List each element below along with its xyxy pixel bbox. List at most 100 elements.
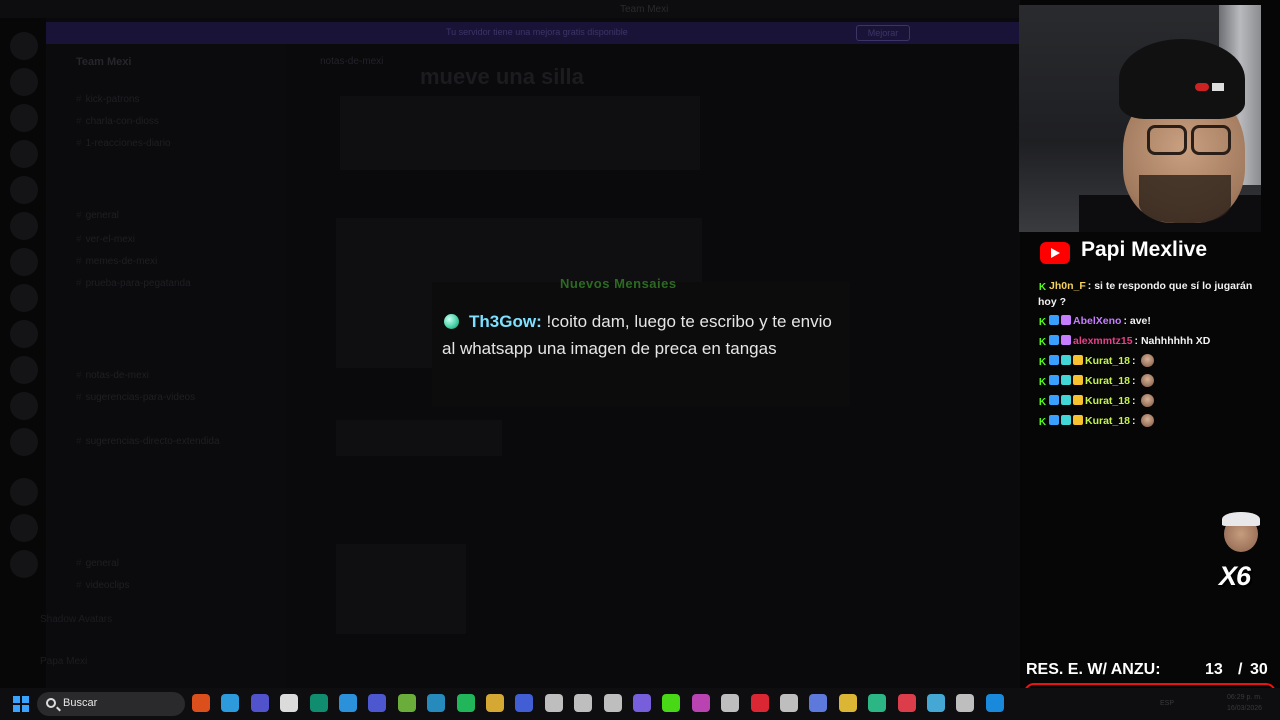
chat-username: Jh0n_F <box>1049 280 1086 292</box>
channel-item[interactable]: # memes-de-mexi <box>76 256 157 267</box>
obs-icon[interactable] <box>603 694 622 712</box>
screen-app-icon[interactable] <box>721 694 740 712</box>
webcam-feed <box>1019 5 1261 232</box>
clock-time[interactable]: 06:29 p. m. <box>1227 694 1262 701</box>
channel-item[interactable]: # prueba-para-pegatanda <box>76 278 191 289</box>
channel-item[interactable]: # sugerencias-directo-extendida <box>76 436 220 447</box>
server-icon[interactable] <box>10 356 38 384</box>
channel-item[interactable]: # videoclips <box>76 580 129 591</box>
server-name[interactable]: Team Mexi <box>76 56 131 68</box>
server-icon[interactable] <box>10 392 38 420</box>
media-icon[interactable] <box>574 694 593 712</box>
steam-icon[interactable] <box>985 694 1004 712</box>
attachment-caption: mueve una silla <box>420 64 584 89</box>
server-icon[interactable] <box>10 248 38 276</box>
sticky-notes-icon[interactable] <box>838 694 857 712</box>
chat-username: AbelXeno <box>1073 315 1122 327</box>
server-icon[interactable] <box>10 514 38 542</box>
window-titlebar: Team Mexi <box>0 0 1020 18</box>
chat-text: ave! <box>1129 315 1151 327</box>
goal-counter: RES. E. W/ ANZU: 13 / 30 <box>1026 659 1270 683</box>
kick-badge-icon: K <box>1038 357 1047 368</box>
badge-icon <box>1049 415 1059 425</box>
server-icon[interactable] <box>10 68 38 96</box>
server-icon[interactable] <box>10 550 38 578</box>
game2-icon[interactable] <box>809 694 828 712</box>
chatgpt-icon[interactable] <box>309 694 328 712</box>
server-rail <box>0 18 46 688</box>
voice-status: Shadow Avatars <box>10 606 280 636</box>
channel-item[interactable]: # ver-el-mexi <box>76 234 135 245</box>
sound-app-icon[interactable] <box>633 694 651 712</box>
obs-like-icon[interactable] <box>544 694 563 712</box>
capcut-icon[interactable] <box>280 694 299 712</box>
alert-header: Nuevos Mensajes <box>560 276 677 288</box>
multiplier-label: X6 <box>1219 561 1251 591</box>
multiplier-avatar <box>1220 512 1262 562</box>
channel-list: Team Mexi # kick-patrons # charla-con-dios… <box>46 44 286 688</box>
banner-text: Tu servidor tiene una mejora gratis disp… <box>446 27 628 37</box>
vpn-icon[interactable] <box>927 694 945 712</box>
embed <box>336 420 502 456</box>
kick-badge-icon: K <box>1038 417 1047 428</box>
channel-item[interactable]: # sugerencias-para-videos <box>76 392 195 403</box>
channel-item[interactable]: #1-reacciones-diario <box>76 138 171 149</box>
server-icon[interactable] <box>10 428 38 456</box>
server-icon[interactable] <box>10 104 38 132</box>
youtube-icon[interactable] <box>750 694 769 712</box>
server-icon[interactable] <box>10 284 38 312</box>
search-placeholder: Buscar <box>63 697 98 709</box>
banner-button[interactable]: Mejorar <box>856 25 910 41</box>
emote-icon <box>1141 374 1155 387</box>
channel-header-name: notas-de-mexi <box>320 56 384 67</box>
chat-username: Kurat_18 <box>1085 415 1130 427</box>
image-attachment[interactable] <box>336 544 466 634</box>
chat-message: K AbelXeno: ave! <box>1038 315 1151 328</box>
taskbar-search[interactable]: Buscar <box>37 692 185 716</box>
clock-date[interactable]: 16/03/2026 <box>1227 705 1262 712</box>
stream-screen: Team Mexi Tu servidor tiene una mejora g… <box>0 0 1280 720</box>
badge-icon <box>1061 415 1071 425</box>
g-hub-icon[interactable] <box>956 694 975 712</box>
chat-text: Nahhhhhh XD <box>1140 335 1211 347</box>
taskbar: Buscar ESP 06:29 p. m. 16/03/2026 <box>0 688 1280 720</box>
app-icon[interactable] <box>515 694 534 712</box>
badge-icon <box>1061 375 1071 385</box>
channel-item[interactable]: # charla-con-dioss <box>76 116 159 127</box>
search-icon <box>46 698 56 708</box>
server-icon[interactable] <box>10 478 38 506</box>
server-icon[interactable] <box>10 320 38 348</box>
emote-icon <box>1141 394 1155 407</box>
brave-icon[interactable] <box>192 694 210 712</box>
kick-icon[interactable] <box>662 694 681 712</box>
v-app-icon[interactable] <box>250 694 269 712</box>
channel-item[interactable]: # general <box>76 558 119 569</box>
goal-label: RES. E. W/ ANZU: <box>1026 661 1161 678</box>
language-indicator[interactable]: ESP <box>1160 700 1174 707</box>
user-name[interactable]: Papa Mexi <box>40 656 87 667</box>
channel-item[interactable]: # kick-patrons <box>76 94 139 105</box>
channel-item[interactable]: # general <box>76 210 119 221</box>
server-icon[interactable] <box>10 32 38 60</box>
server-icon[interactable] <box>10 212 38 240</box>
chat-username: Kurat_18 <box>1085 375 1130 387</box>
user-panel: Papa Mexi <box>10 648 280 678</box>
app2-icon[interactable] <box>868 694 887 712</box>
xbox-icon[interactable] <box>397 694 416 712</box>
whatsapp-icon[interactable] <box>456 694 475 712</box>
windows-start-icon[interactable] <box>13 696 29 712</box>
server-icon[interactable] <box>10 140 38 168</box>
telegram-icon[interactable] <box>427 694 446 712</box>
image-attachment[interactable] <box>340 96 700 170</box>
valorant-icon[interactable] <box>897 694 916 712</box>
badge-icon <box>1061 355 1071 365</box>
photoshop-icon[interactable] <box>339 694 357 712</box>
server-icon[interactable] <box>10 176 38 204</box>
discord-icon[interactable] <box>368 694 387 712</box>
edge-icon[interactable] <box>221 694 240 712</box>
mail-icon[interactable] <box>780 694 798 712</box>
file-explorer-icon[interactable] <box>486 694 504 712</box>
channel-item-active[interactable]: # notas-de-mexi <box>76 370 149 381</box>
alert-username: Th3Gow <box>469 312 537 331</box>
game-icon[interactable] <box>691 694 710 712</box>
